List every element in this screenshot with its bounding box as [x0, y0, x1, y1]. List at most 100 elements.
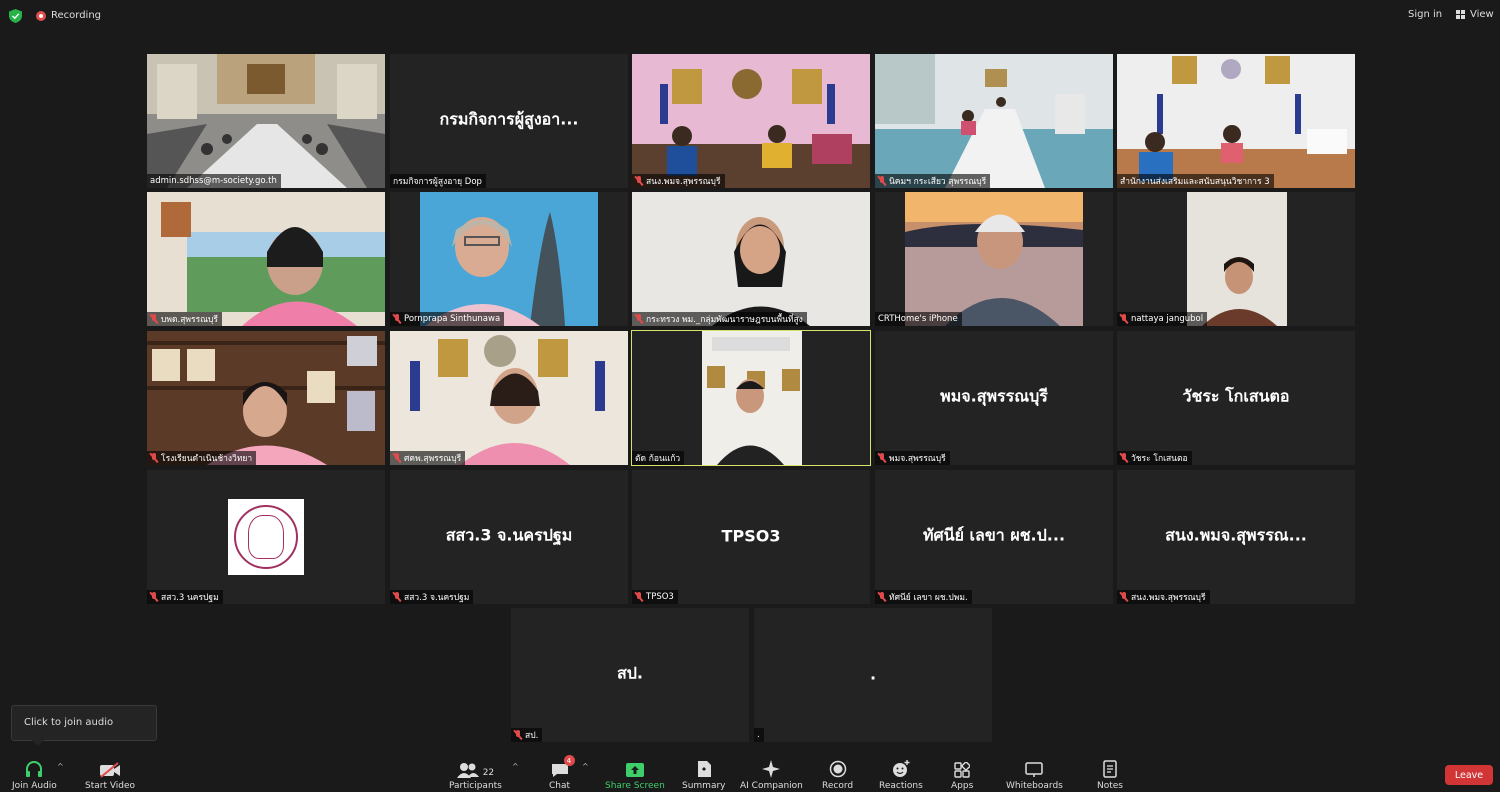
mic-muted-icon	[150, 453, 158, 463]
participant-tile[interactable]: . .	[754, 608, 992, 742]
sparkle-icon	[762, 758, 781, 778]
share-screen-icon	[625, 758, 645, 778]
audio-options-caret-icon[interactable]: ^	[57, 762, 64, 771]
participant-tile[interactable]: สสว.3 จ.นครปฐม สสว.3 จ.นครปฐม	[390, 470, 628, 604]
mic-muted-icon	[635, 176, 643, 186]
participant-tile[interactable]: นิคมฯ กระเสียว สุพรรณบุรี	[875, 54, 1113, 188]
chat-caret-icon[interactable]: ^	[582, 762, 589, 771]
reactions-label: Reactions	[879, 781, 923, 791]
share-screen-label: Share Screen	[605, 781, 665, 791]
participant-tile[interactable]: ศคพ.สุพรรณบุรี	[390, 331, 628, 465]
video-feed	[1117, 54, 1355, 188]
participant-tile[interactable]: บพด.สุพรรณบุรี	[147, 192, 385, 326]
participant-display-name: TPSO3	[721, 526, 781, 546]
participant-tile[interactable]: สป. สป.	[511, 608, 749, 742]
ai-companion-button[interactable]: AI Companion	[740, 758, 803, 791]
notes-button[interactable]: Notes	[1097, 758, 1123, 791]
participant-name-label: ศคพ.สุพรรณบุรี	[390, 451, 466, 465]
participants-label: Participants	[449, 781, 502, 791]
join-audio-label: Join Audio	[12, 781, 57, 791]
participants-caret-icon[interactable]: ^	[512, 762, 519, 771]
mic-muted-icon	[878, 453, 886, 463]
participant-display-name: วัชระ โกเสนตอ	[1182, 386, 1290, 406]
summary-icon	[696, 758, 712, 778]
notes-icon	[1103, 758, 1117, 778]
view-label: View	[1470, 9, 1494, 20]
participant-name-label: โรงเรียนดำเนินช้างวิทยา	[147, 451, 257, 465]
smiley-icon	[892, 758, 910, 778]
video-feed	[147, 331, 385, 465]
whiteboards-button[interactable]: Whiteboards	[1006, 758, 1063, 791]
participant-name-label: admin.sdhss@m-society.go.th	[147, 174, 281, 188]
mic-muted-icon	[878, 176, 886, 186]
participant-display-name: .	[869, 664, 877, 684]
leave-button[interactable]: Leave	[1445, 765, 1493, 785]
mic-muted-icon	[1120, 314, 1128, 324]
participants-button[interactable]: 22 Participants	[449, 758, 502, 791]
chat-button[interactable]: 4 Chat	[549, 755, 575, 791]
chat-label: Chat	[549, 781, 571, 791]
participant-tile[interactable]: TPSO3 TPSO3	[632, 470, 870, 604]
video-off-icon	[99, 758, 121, 778]
join-audio-button[interactable]: Join Audio	[12, 758, 57, 791]
apps-label: Apps	[951, 781, 974, 791]
participant-name-label: บพด.สุพรรณบุรี	[147, 312, 222, 326]
participant-tile[interactable]: CRTHome's iPhone	[875, 192, 1113, 326]
chat-icon: 4	[551, 755, 575, 778]
participant-tile[interactable]: สำนักงานส่งเสริมและสนับสนุนวิชาการ 3	[1117, 54, 1355, 188]
participant-name-label: .	[754, 728, 764, 742]
participant-name-label: ทัศนีย์ เลขา ผช.ปพม.	[875, 590, 972, 604]
grid-view-icon	[1456, 10, 1465, 19]
notes-label: Notes	[1097, 781, 1123, 791]
participant-display-name: สสว.3 จ.นครปฐม	[445, 525, 573, 545]
recording-label: Recording	[51, 10, 102, 21]
participant-name-label: สสว.3 จ.นครปฐม	[390, 590, 474, 604]
participant-tile[interactable]: admin.sdhss@m-society.go.th	[147, 54, 385, 188]
sign-in-link[interactable]: Sign in	[1408, 9, 1442, 20]
video-feed	[390, 192, 628, 326]
participant-name-label: นิคมฯ กระเสียว สุพรรณบุรี	[875, 174, 991, 188]
participant-tile[interactable]: Pornprapa Sinthunawa	[390, 192, 628, 326]
chat-unread-badge: 4	[563, 755, 575, 766]
participant-tile[interactable]: โรงเรียนดำเนินช้างวิทยา	[147, 331, 385, 465]
participant-tile[interactable]: กรมกิจการผู้สูงอา... กรมกิจการผู้สูงอายุ…	[390, 54, 628, 188]
participant-name-label: ตัด ก้อนแก้ว	[632, 451, 685, 465]
ai-companion-label: AI Companion	[740, 781, 803, 791]
reactions-button[interactable]: Reactions	[879, 758, 923, 791]
video-feed	[1117, 192, 1355, 326]
record-button[interactable]: Record	[822, 758, 853, 791]
summary-label: Summary	[682, 781, 726, 791]
summary-button[interactable]: Summary	[682, 758, 726, 791]
participants-count: 22	[482, 768, 495, 778]
mic-muted-icon	[878, 592, 886, 602]
participant-name-label: Pornprapa Sinthunawa	[390, 312, 505, 326]
participant-tile[interactable]: ทัศนีย์ เลขา ผช.ป... ทัศนีย์ เลขา ผช.ปพม…	[875, 470, 1113, 604]
participant-tile[interactable]: สสว.3 นครปฐม	[147, 470, 385, 604]
participant-tile[interactable]: วัชระ โกเสนตอ วัชระ โกเสนตอ	[1117, 331, 1355, 465]
participant-name-label: กรมกิจการผู้สูงอายุ Dop	[390, 174, 486, 188]
participant-display-name: สป.	[617, 663, 643, 683]
participant-display-name: พมจ.สุพรรณบุรี	[940, 386, 1048, 406]
whiteboards-label: Whiteboards	[1006, 781, 1063, 791]
participant-name-label: CRTHome's iPhone	[875, 312, 962, 326]
start-video-button[interactable]: Start Video	[85, 758, 135, 791]
participant-tile[interactable]: กระทรวง พม._กลุ่มพัฒนาราษฎรบนพื้นที่สูง	[632, 192, 870, 326]
participant-tile[interactable]: สนง.พมจ.สุพรรณ... สนง.พมจ.สุพรรณบุรี	[1117, 470, 1355, 604]
participant-tile[interactable]: พมจ.สุพรรณบุรี พมจ.สุพรรณบุรี	[875, 331, 1113, 465]
view-button[interactable]: View	[1456, 9, 1494, 20]
active-speaker-tile[interactable]: ตัด ก้อนแก้ว	[631, 330, 871, 466]
mic-muted-icon	[635, 592, 643, 602]
record-icon	[829, 758, 847, 778]
video-feed	[875, 192, 1113, 326]
shield-icon[interactable]	[9, 9, 22, 23]
mic-muted-icon	[393, 314, 401, 324]
participant-tile[interactable]: nattaya jangubol	[1117, 192, 1355, 326]
share-screen-button[interactable]: Share Screen	[605, 758, 665, 791]
participant-tile[interactable]: สนง.พมจ.สุพรรณบุรี	[632, 54, 870, 188]
apps-button[interactable]: Apps	[951, 758, 973, 791]
recording-indicator[interactable]: Recording	[36, 10, 101, 21]
participant-name-label: วัชระ โกเสนตอ	[1117, 451, 1192, 465]
participant-name-label: สนง.พมจ.สุพรรณบุรี	[632, 174, 725, 188]
video-feed	[147, 192, 385, 326]
join-audio-tooltip[interactable]: Click to join audio	[11, 705, 157, 746]
